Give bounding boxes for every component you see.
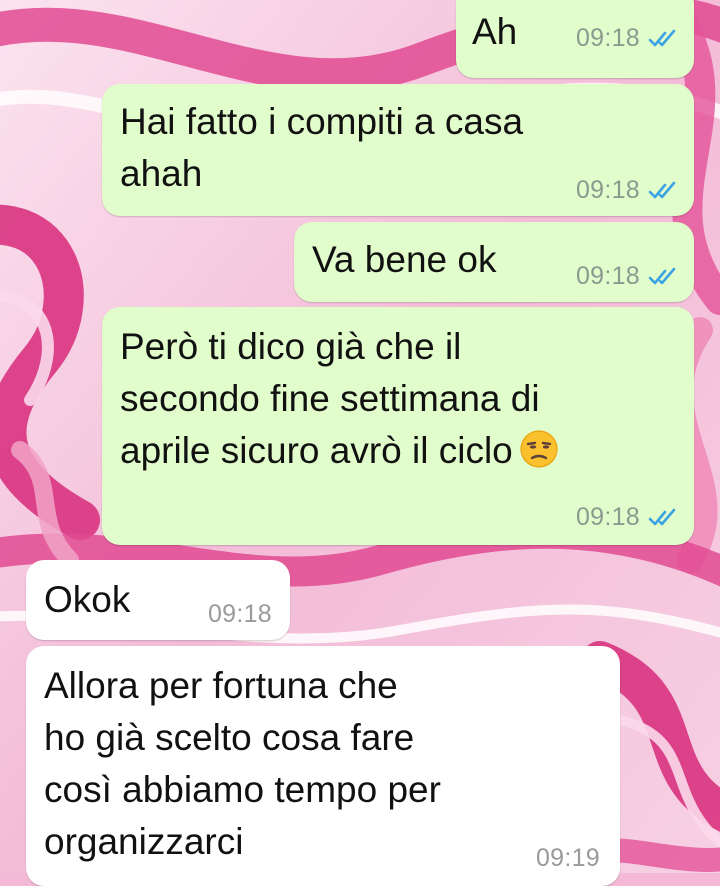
message-bubble-outgoing[interactable]: Hai fatto i compiti a casa ahah 09:18 [102,84,694,216]
message-time: 09:18 [207,600,272,628]
message-meta: 09:18 [208,600,272,629]
read-receipt-icon [648,181,676,198]
unamused-face-icon [520,430,558,468]
message-bubble-incoming[interactable]: Okok 09:18 [26,560,290,640]
message-time: 09:18 [575,176,640,204]
read-receipt-icon [648,29,676,46]
message-text: Allora per fortuna che ho già scelto cos… [44,665,441,862]
message-bubble-outgoing[interactable]: Però ti dico già che il secondo fine set… [102,307,694,545]
message-text-content: Però ti dico già che il secondo fine set… [120,326,540,471]
message-meta: 09:18 [576,24,680,53]
message-text: Hai fatto i compiti a casa ahah [120,101,524,194]
message-time: 09:18 [575,262,640,290]
message-time: 09:19 [535,844,600,872]
message-text: Ah [472,11,518,52]
message-bubble-incoming[interactable]: Allora per fortuna che ho già scelto cos… [26,646,620,886]
message-time: 09:18 [575,503,640,531]
read-receipt-icon [648,267,676,284]
message-meta: 09:18 [576,503,680,532]
message-bubble-outgoing[interactable]: Ah 09:18 [456,0,694,78]
message-time: 09:18 [575,24,640,52]
read-receipt-icon [648,508,676,525]
message-meta: 09:18 [576,262,680,291]
message-bubble-outgoing[interactable]: Va bene ok 09:18 [294,222,694,302]
message-meta: 09:18 [576,176,680,205]
message-text: Però ti dico già che il secondo fine set… [120,321,559,477]
message-meta: 09:19 [536,844,600,873]
message-text: Va bene ok [312,239,497,280]
message-text: Okok [44,579,131,620]
